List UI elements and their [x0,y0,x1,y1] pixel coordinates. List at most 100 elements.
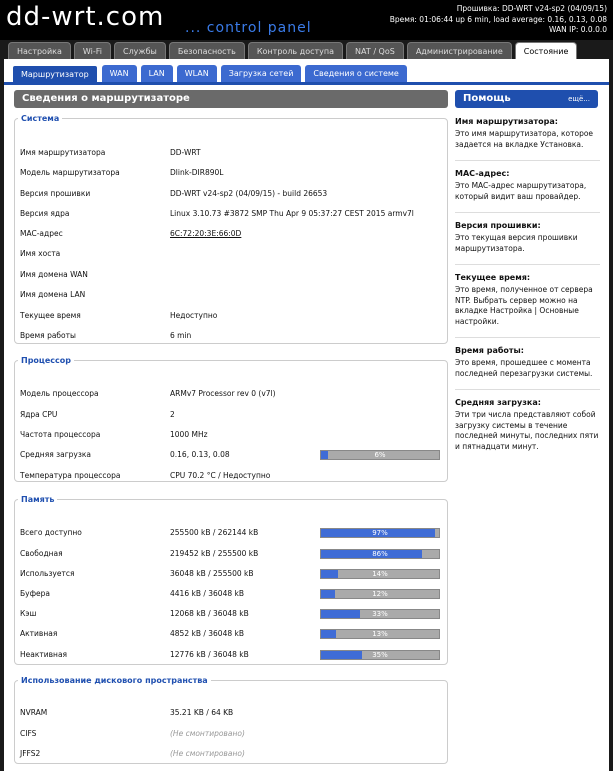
usage-bar: 12% [320,589,440,599]
row-label: Частота процессора [20,430,101,439]
bar-text: 86% [372,550,388,558]
usage-bar: 86% [320,549,440,559]
row-value: DD-WRT [170,148,201,157]
row-label: Текущее время [20,311,81,320]
row-label: Имя домена WAN [20,270,88,279]
row-value: Недоступно [170,311,218,320]
row-value: (Не смонтировано) [170,729,245,738]
row-label: Версия ядра [20,209,70,218]
tab-access-control[interactable]: Контроль доступа [247,42,344,59]
help-item: Средняя загрузка: Эти три числа представл… [455,398,600,452]
time-info: Время: 01:06:44 up 6 min, load average: … [389,14,607,24]
subtab-sysinfo[interactable]: Сведения о системе [305,65,407,82]
row-value: 255500 kB / 262144 kB [170,528,259,537]
help-more-link[interactable]: ещё... [568,95,590,103]
row-label: Средняя загрузка [20,450,91,459]
row-label: NVRAM [20,708,48,717]
help-item-title: Имя маршрутизатора: [455,117,559,126]
row-value: 35.21 KB / 64 KB [170,708,234,717]
tab-nat-qos[interactable]: NAT / QoS [346,42,404,59]
bar-text: 6% [374,451,386,459]
row-value: (Не смонтировано) [170,749,245,758]
help-item: MAC-адрес: Это MAC-адрес маршрутизатора, … [455,169,600,202]
memory-legend: Память [21,495,55,504]
row-label: Кэш [20,609,37,618]
usage-bar: 13% [320,629,440,639]
help-item-text: Это MAC-адрес маршрутизатора, который ви… [455,181,587,201]
load-bar: 6% [320,450,440,460]
row-value: 0.16, 0.13, 0.08 [170,450,230,459]
sub-tabs: Маршрутизатор WAN LAN WLAN Загрузка сете… [12,65,407,82]
memory-section: Память Всего доступно 255500 kB / 262144 … [14,495,448,665]
row-value: ARMv7 Processor rev 0 (v7l) [170,389,276,398]
help-divider [455,337,600,338]
bar-text: 14% [372,570,388,578]
tab-wifi[interactable]: Wi-Fi [73,42,111,59]
row-label: Имя маршрутизатора [20,148,106,157]
usage-bar: 33% [320,609,440,619]
usage-bar: 35% [320,650,440,660]
tab-setup[interactable]: Настройка [8,42,71,59]
subtab-wan[interactable]: WAN [101,65,137,82]
help-item-title: Версия прошивки: [455,221,541,230]
tab-security[interactable]: Безопасность [168,42,245,59]
row-label: CIFS [20,729,37,738]
help-item-title: Текущее время: [455,273,531,282]
row-label: JFFS2 [20,749,41,758]
row-value: 4416 kB / 36048 kB [170,589,244,598]
cpu-section: Процессор Модель процессора ARMv7 Process… [14,356,448,482]
row-value: 2 [170,410,175,419]
help-divider [455,389,600,390]
row-label: Модель процессора [20,389,99,398]
row-label: Время работы [20,331,76,340]
tab-administration[interactable]: Администрирование [406,42,512,59]
subtab-router[interactable]: Маршрутизатор [12,65,98,82]
logo: dd-wrt.com [6,2,165,32]
bar-text: 13% [372,630,388,638]
main-tabs: Настройка Wi-Fi Службы Безопасность Конт… [8,42,578,59]
help-header: Помощь ещё... [455,90,598,108]
bar-text: 97% [372,529,388,537]
subtab-wlan[interactable]: WLAN [176,65,217,82]
row-label: Ядра CPU [20,410,58,419]
help-panel: Имя маршрутизатора: Это имя маршрутизатор… [455,117,600,462]
subtab-bandwidth[interactable]: Загрузка сетей [220,65,302,82]
help-item-text: Эти три числа представляют собой загрузк… [455,410,599,451]
row-label: Буфера [20,589,50,598]
row-value: 36048 kB / 255500 kB [170,569,254,578]
row-label: Имя хоста [20,249,61,258]
system-legend: Система [21,114,60,123]
help-title: Помощь [463,93,511,104]
row-label: Температура процессора [20,471,121,480]
row-value: 6 min [170,331,192,340]
system-info: Прошивка: DD-WRT v24-sp2 (04/09/15) Врем… [390,4,607,36]
row-label: Свободная [20,549,63,558]
firmware-info: Прошивка: DD-WRT v24-sp2 (04/09/15) [456,4,607,13]
row-label: Активная [20,629,58,638]
help-item-title: Средняя загрузка: [455,398,541,407]
row-value: 219452 kB / 255500 kB [170,549,259,558]
help-item: Версия прошивки: Это текущая версия проши… [455,221,600,254]
disk-section: Использование дискового пространства NVR… [14,676,448,764]
help-item: Текущее время: Это время, полученное от с… [455,273,600,327]
row-value: 4852 kB / 36048 kB [170,629,244,638]
bar-text: 33% [372,610,388,618]
cpu-legend: Процессор [21,356,71,365]
row-value: 1000 MHz [170,430,208,439]
usage-bar: 14% [320,569,440,579]
bar-text: 35% [372,651,388,659]
mac-address-link[interactable]: 6C:72:20:3E:66:0D [170,228,241,240]
row-value: DD-WRT v24-sp2 (04/09/15) - build 26653 [170,189,328,198]
subtab-lan[interactable]: LAN [140,65,173,82]
row-value: CPU 70.2 °C / Недоступно [170,471,271,480]
row-label: Модель маршрутизатора [20,168,120,177]
help-divider [455,264,600,265]
row-label: MAC-адрес [20,229,63,238]
tab-services[interactable]: Службы [113,42,166,59]
disk-legend: Использование дискового пространства [21,676,208,685]
wan-ip-info: WAN IP: 0.0.0.0 [548,25,607,34]
help-item-title: Время работы: [455,346,524,355]
row-label: Используется [20,569,75,578]
tab-status[interactable]: Состояние [514,42,578,59]
row-value: Linux 3.10.73 #3872 SMP Thu Apr 9 05:37:… [170,209,414,218]
